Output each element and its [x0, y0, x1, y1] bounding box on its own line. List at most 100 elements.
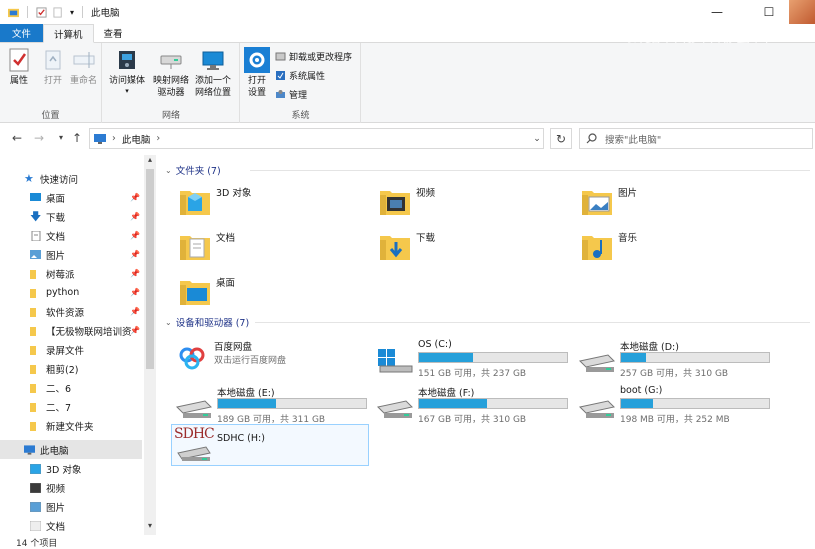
folder-item-2[interactable]: 图片: [580, 181, 760, 223]
drive-name: 本地磁盘 (F:): [418, 388, 475, 399]
properties-qa-icon[interactable]: [36, 6, 47, 18]
tab-view[interactable]: 查看: [94, 24, 133, 42]
properties-icon: [9, 48, 29, 72]
folder-item-6[interactable]: 桌面: [178, 271, 358, 313]
sidebar-pc-item-3[interactable]: 文档: [0, 516, 142, 535]
sidebar-item-1[interactable]: 🡇 下载 📌: [0, 207, 142, 226]
scroll-down-icon[interactable]: ▾: [144, 521, 156, 530]
uninstall-button[interactable]: 卸载或更改程序: [275, 50, 352, 63]
qa-customize-icon[interactable]: ▾: [70, 8, 74, 17]
rename-button[interactable]: 重命名: [70, 47, 97, 87]
breadcrumb-chevron-icon[interactable]: ›: [156, 133, 160, 144]
sdhc-drive-item[interactable]: SDHC SDHC (H:): [171, 424, 369, 466]
add-network-location-button[interactable]: 添加一个 网络位置: [195, 47, 231, 99]
folder-icon: [30, 288, 36, 298]
sidebar-item-2[interactable]: 文档 📌: [0, 226, 142, 245]
item-count: 14 个项目: [16, 538, 58, 549]
sidebar-item-10[interactable]: 二、6: [0, 378, 142, 397]
folder-item-3[interactable]: 文档: [178, 226, 358, 268]
up-arrow-icon[interactable]: ↑: [68, 131, 86, 145]
network-location-icon: [202, 51, 224, 70]
explorer-app-icon: [8, 8, 19, 17]
sidebar-item-label: 【无极物联网培训资: [46, 326, 132, 338]
pin-icon[interactable]: 📌: [130, 307, 140, 316]
drive-item-0[interactable]: OS (C:) 151 GB 可用，共 237 GB: [374, 339, 572, 381]
drive-item-4[interactable]: boot (G:) 198 MB 可用，共 252 MB: [576, 385, 774, 427]
system-properties-button[interactable]: 系统属性: [275, 69, 325, 82]
qa-separator-2: [82, 6, 84, 18]
pin-icon[interactable]: 📌: [130, 212, 140, 221]
section-divider: [250, 170, 810, 171]
downloads-folder-icon: [380, 236, 410, 260]
open-settings-button[interactable]: 打开 设置: [244, 47, 270, 99]
manage-button[interactable]: 管理: [275, 88, 307, 101]
map-drive-button[interactable]: 映射网络 驱动器: [153, 47, 189, 99]
tab-computer[interactable]: 计算机: [43, 24, 94, 43]
gear-icon: [244, 47, 270, 73]
pin-icon[interactable]: 📌: [130, 269, 140, 278]
sd-card-drive-icon: [177, 446, 211, 461]
nav-scrollbar[interactable]: ▴ ▾: [144, 155, 156, 535]
drive-usage-fill: [419, 399, 488, 408]
drive-name: boot (G:): [620, 385, 663, 396]
minimize-button[interactable]: —: [697, 0, 737, 24]
pin-icon[interactable]: 📌: [130, 193, 140, 202]
sidebar-item-8[interactable]: 录屏文件: [0, 340, 142, 359]
breadcrumb[interactable]: 此电脑: [122, 132, 151, 146]
sidebar-item-11[interactable]: 二、7: [0, 397, 142, 416]
address-bar[interactable]: › 此电脑 ›: [89, 128, 544, 149]
properties-button[interactable]: 属性: [6, 47, 32, 87]
collapse-chevron-icon[interactable]: ⌄: [165, 166, 172, 175]
new-folder-qa-icon[interactable]: [53, 6, 64, 18]
scrollbar-thumb[interactable]: [146, 169, 154, 369]
qa-separator: [27, 6, 28, 18]
open-icon: [45, 50, 61, 70]
drive-item-2[interactable]: 本地磁盘 (E:) 189 GB 可用，共 311 GB: [173, 385, 371, 427]
sidebar-item-6[interactable]: 软件资源 📌: [0, 302, 142, 321]
folders-section-header[interactable]: ⌄ 文件夹 (7): [165, 163, 221, 178]
folder-item-1[interactable]: 视频: [378, 181, 558, 223]
sidebar-item-4[interactable]: 树莓派 📌: [0, 264, 142, 283]
collapse-chevron-icon[interactable]: ⌄: [165, 318, 172, 327]
folder-item-4[interactable]: 下载: [378, 226, 558, 268]
sidebar-item-9[interactable]: 粗剪(2): [0, 359, 142, 378]
pin-icon[interactable]: 📌: [130, 326, 140, 335]
access-media-button[interactable]: 访问媒体 ▾: [109, 47, 145, 95]
sidebar-pc-item-0[interactable]: 3D 对象: [0, 459, 142, 478]
pin-icon[interactable]: 📌: [130, 250, 140, 259]
folder-label: 3D 对象: [216, 188, 252, 199]
sidebar-item-5[interactable]: python 📌: [0, 283, 142, 302]
pin-icon[interactable]: 📌: [130, 288, 140, 297]
drive-item-1[interactable]: 本地磁盘 (D:) 257 GB 可用，共 310 GB: [576, 339, 774, 381]
refresh-icon[interactable]: ↻: [550, 128, 572, 149]
drive-name: SDHC (H:): [217, 433, 265, 444]
forward-arrow-icon[interactable]: →: [30, 131, 48, 145]
sidebar-item-quick-access[interactable]: ★ 快速访问: [0, 169, 142, 188]
sidebar-item-this-pc[interactable]: 此电脑: [0, 440, 142, 459]
sidebar-pc-item-2[interactable]: 图片: [0, 497, 142, 516]
back-arrow-icon[interactable]: ←: [8, 131, 26, 145]
sidebar-item-7[interactable]: 【无极物联网培训资 📌: [0, 321, 142, 340]
address-dropdown-icon[interactable]: ⌄: [530, 128, 544, 149]
documents-icon: [30, 520, 41, 531]
sidebar-pc-item-1[interactable]: 视频: [0, 478, 142, 497]
folder-item-5[interactable]: 音乐: [580, 226, 760, 268]
drive-info: 257 GB 可用，共 310 GB: [620, 369, 729, 379]
baidu-netdisk-item[interactable]: 百度网盘 双击运行百度网盘: [176, 339, 374, 381]
drives-section-header[interactable]: ⌄ 设备和驱动器 (7): [165, 315, 249, 330]
scroll-up-icon[interactable]: ▴: [144, 155, 156, 164]
sidebar-item-label: 3D 对象: [46, 464, 82, 476]
folder-item-0[interactable]: 3D 对象: [178, 181, 358, 223]
group-network-label: 网络: [161, 111, 180, 121]
documents-icon: [31, 230, 41, 241]
map-drive-icon: [160, 55, 182, 69]
sidebar-item-0[interactable]: 桌面 📌: [0, 188, 142, 207]
drive-item-3[interactable]: 本地磁盘 (F:) 167 GB 可用，共 310 GB: [374, 385, 572, 427]
sidebar-item-12[interactable]: 新建文件夹: [0, 416, 142, 435]
open-button[interactable]: 打开: [40, 47, 66, 87]
pin-icon[interactable]: 📌: [130, 231, 140, 240]
maximize-button[interactable]: ☐: [749, 0, 789, 24]
tab-file[interactable]: 文件: [0, 24, 44, 42]
sidebar-item-3[interactable]: 图片 📌: [0, 245, 142, 264]
search-input[interactable]: 搜索"此电脑": [579, 128, 813, 149]
